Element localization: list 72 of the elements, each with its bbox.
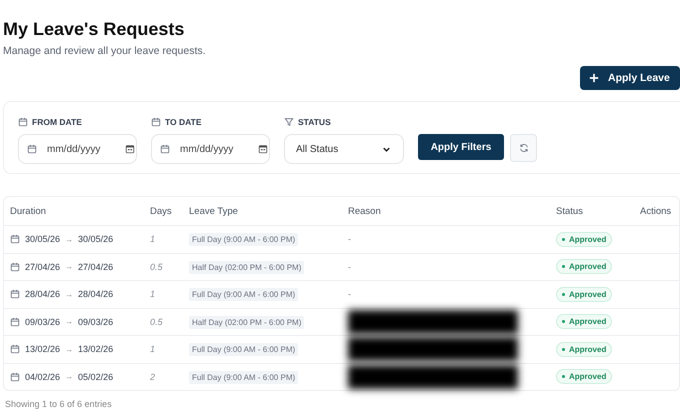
date-text: 13/02/26 — [25, 344, 60, 354]
apply-filters-button[interactable]: Apply Filters — [418, 134, 504, 160]
refresh-button[interactable] — [510, 134, 537, 162]
page-subtitle: Manage and review all your leave requests. — [3, 45, 206, 57]
reason-text: - — [348, 289, 351, 300]
status-badge: Approved — [556, 342, 612, 357]
date-text: 09/03/26 — [25, 316, 60, 327]
date-text: 28/04/26 — [25, 289, 60, 300]
column-header: Actions — [634, 197, 679, 226]
days-cell: 1 — [144, 280, 183, 308]
column-header: Leave Type — [183, 197, 342, 226]
date-field[interactable]: mm/dd/yyyy — [18, 134, 137, 164]
date-text: 27/04/26 — [78, 262, 114, 272]
date-text: 05/02/26 — [78, 372, 114, 382]
column-header: Reason — [342, 197, 550, 226]
column-header: Duration — [4, 197, 144, 226]
days-cell: 1 — [144, 336, 183, 363]
entries-summary: Showing 1 to 6 of 6 entries — [4, 399, 113, 409]
calendar-icon — [10, 234, 20, 244]
calendar-icon — [160, 144, 170, 154]
field-label: STATUS — [298, 117, 331, 127]
column-header: Days — [144, 197, 183, 226]
calendar-icon — [125, 144, 135, 154]
status-badge: Approved — [556, 259, 612, 274]
calendar-icon — [258, 144, 268, 154]
leave-type-tag: Full Day (9:00 AM - 6:00 PM) — [189, 288, 298, 302]
leave-type-tag: Half Day (02:00 PM - 6:00 PM) — [189, 260, 304, 274]
status-badge: Approved — [556, 286, 612, 302]
date-text: 09/03/26 — [78, 316, 114, 327]
date-field[interactable]: mm/dd/yyyy — [151, 134, 270, 164]
calendar-icon — [10, 344, 20, 354]
page-title: My Leave's Requests — [3, 18, 186, 40]
column-header: Status — [550, 197, 634, 226]
date-text: 28/04/26 — [78, 289, 114, 300]
date-text: 30/05/26 — [25, 234, 60, 244]
calendar-icon — [10, 372, 20, 382]
calendar-icon — [27, 144, 37, 154]
date-text: 30/05/26 — [78, 234, 114, 244]
arrow-text: → — [65, 290, 74, 299]
calendar-icon — [10, 262, 20, 272]
calendar-icon — [10, 316, 20, 327]
status-badge: Approved — [556, 232, 612, 247]
calendar-icon — [151, 117, 161, 127]
date-text: 04/02/26 — [25, 372, 60, 382]
plus-icon — [589, 73, 599, 83]
arrow-text: → — [65, 234, 74, 244]
days-cell: 0.5 — [144, 253, 183, 280]
reason-text: - — [348, 234, 351, 244]
calendar-icon — [18, 117, 28, 127]
leave-type-tag: Full Day (9:00 AM - 6:00 PM) — [189, 343, 298, 356]
days-cell: 0.5 — [144, 308, 183, 336]
date-text: 13/02/26 — [78, 344, 114, 354]
days-cell: 1 — [144, 226, 183, 253]
status-badge: Approved — [556, 369, 612, 384]
leave-type-tag: Full Day (9:00 AM - 6:00 PM) — [189, 233, 298, 246]
filter-icon — [284, 117, 294, 127]
apply-leave-button[interactable]: Apply Leave — [580, 66, 680, 90]
arrow-text: → — [65, 262, 74, 272]
arrow-text: → — [65, 317, 74, 326]
refresh-icon — [518, 143, 528, 153]
reason-text: - — [348, 262, 351, 272]
field-label: TO DATE — [165, 117, 202, 127]
status-badge: Approved — [556, 314, 612, 330]
leave-type-tag: Full Day (9:00 AM - 6:00 PM) — [189, 370, 298, 384]
field-label: FROM DATE — [32, 117, 82, 127]
date-text: 27/04/26 — [25, 262, 60, 272]
status-dropdown[interactable]: All Status — [284, 134, 404, 164]
leave-type-tag: Half Day (02:00 PM - 6:00 PM) — [189, 316, 304, 329]
calendar-icon — [10, 289, 20, 300]
arrow-text: → — [65, 372, 74, 382]
days-cell: 2 — [144, 363, 183, 390]
arrow-text: → — [65, 344, 74, 354]
